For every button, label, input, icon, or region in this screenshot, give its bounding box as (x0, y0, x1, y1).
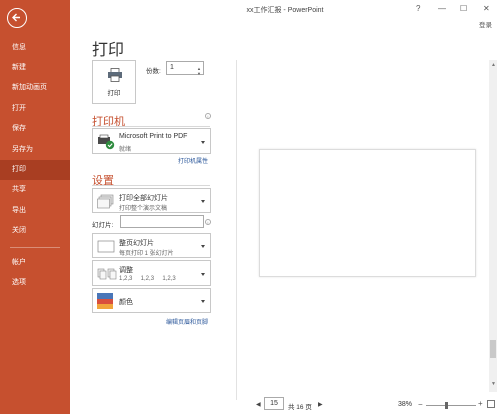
slide-preview (259, 149, 476, 277)
color-main: 颜色 (119, 299, 133, 306)
copies-value: 1 (170, 64, 174, 71)
page-number-input[interactable]: 15 (264, 397, 284, 410)
info-icon[interactable]: i (205, 113, 211, 119)
sidebar-divider (10, 247, 60, 248)
sidebar-item-options[interactable]: 选项 (0, 273, 70, 293)
sidebar-item-export[interactable]: 导出 (0, 201, 70, 221)
sign-in-link[interactable]: 登录 (479, 19, 492, 29)
sidebar-item-save-as[interactable]: 另存为 (0, 140, 70, 160)
color-icon (97, 293, 113, 309)
printer-status: 就绪 (119, 147, 132, 153)
print-range-sub: 打印整个演示文稿 (119, 206, 168, 212)
copies-stepper[interactable]: 1 ▲ ▼ (166, 61, 204, 76)
print-button[interactable]: 打印 (92, 60, 136, 104)
backstage-sidebar: 信息 新建 新加动画页 打开 保存 另存为 打印 共享 导出 关闭 帐户 选项 (0, 0, 70, 414)
printer-properties-link[interactable]: 打印机属性 (178, 156, 208, 165)
chevron-down-icon (201, 300, 205, 303)
pdf-printer-icon (98, 134, 115, 150)
section-divider (92, 126, 210, 127)
sidebar-item-info[interactable]: 信息 (0, 38, 70, 58)
slides-input[interactable] (120, 215, 204, 228)
fit-to-window-icon[interactable] (487, 400, 495, 408)
printer-name: Microsoft Print to PDF (119, 133, 188, 140)
print-range-dropdown[interactable]: 打印全部幻灯片 打印整个演示文稿 (92, 188, 211, 213)
scroll-down-icon[interactable]: ▼ (491, 381, 496, 387)
sidebar-item-open[interactable]: 打开 (0, 99, 70, 119)
slides-stack-icon (97, 194, 114, 209)
zoom-slider[interactable] (426, 405, 476, 406)
sidebar-item-close[interactable]: 关闭 (0, 221, 70, 241)
help-icon[interactable]: ? (416, 4, 420, 13)
chevron-down-icon (201, 141, 205, 144)
sidebar-item-print[interactable]: 打印 (0, 160, 70, 180)
edit-header-footer-link[interactable]: 编辑页眉和页脚 (166, 317, 208, 326)
sidebar-item-new[interactable]: 新建 (0, 58, 70, 78)
collate-main: 调整 (119, 267, 133, 274)
title-bar: xx工作汇报 - PowerPoint ? — ☐ ✕ (70, 0, 500, 22)
copies-label: 份数: (146, 68, 161, 75)
next-page-icon[interactable]: ▶ (318, 401, 323, 408)
scroll-up-icon[interactable]: ▲ (491, 62, 496, 68)
sidebar-item-share[interactable]: 共享 (0, 180, 70, 200)
printer-icon (108, 68, 122, 82)
section-divider (92, 185, 210, 186)
sidebar-item-account[interactable]: 帐户 (0, 253, 70, 273)
chevron-down-icon (201, 273, 205, 276)
page-title: 打印 (92, 42, 125, 59)
collate-sub: 1,2,3 1,2,3 1,2,3 (119, 276, 176, 282)
layout-sub: 每页打印 1 张幻灯片 (119, 251, 174, 257)
layout-main: 整页幻灯片 (119, 240, 154, 247)
sidebar-item-new-animation-page[interactable]: 新加动画页 (0, 78, 70, 98)
print-button-label: 打印 (107, 90, 121, 97)
preview-divider (236, 60, 237, 400)
minimize-icon[interactable]: — (438, 4, 446, 13)
slides-label: 幻灯片: (92, 222, 114, 229)
collated-pages-icon (97, 268, 117, 280)
window-title: xx工作汇报 - PowerPoint (246, 7, 324, 14)
maximize-icon[interactable]: ☐ (460, 4, 467, 13)
scrollbar-thumb[interactable] (490, 340, 496, 358)
print-range-main: 打印全部幻灯片 (119, 195, 168, 202)
zoom-out-icon[interactable]: − (418, 400, 423, 409)
back-arrow-icon[interactable] (7, 8, 27, 28)
info-icon[interactable]: i (205, 219, 211, 225)
previous-page-icon[interactable]: ◀ (256, 401, 261, 408)
color-dropdown[interactable]: 颜色 (92, 288, 211, 313)
sidebar-item-save[interactable]: 保存 (0, 119, 70, 139)
collate-dropdown[interactable]: 调整 1,2,3 1,2,3 1,2,3 (92, 260, 211, 286)
zoom-level[interactable]: 38% (398, 401, 412, 408)
chevron-down-icon (201, 200, 205, 203)
layout-dropdown[interactable]: 整页幻灯片 每页打印 1 张幻灯片 (92, 233, 211, 258)
page-total: 共 16 页 (288, 404, 312, 411)
zoom-slider-handle[interactable] (445, 402, 448, 409)
chevron-down-icon (201, 245, 205, 248)
full-page-slide-icon (97, 240, 115, 253)
zoom-in-icon[interactable]: + (478, 399, 483, 408)
printer-dropdown[interactable]: Microsoft Print to PDF 就绪 (92, 128, 211, 154)
spin-down-icon[interactable]: ▼ (197, 68, 201, 80)
close-icon[interactable]: ✕ (483, 4, 490, 13)
